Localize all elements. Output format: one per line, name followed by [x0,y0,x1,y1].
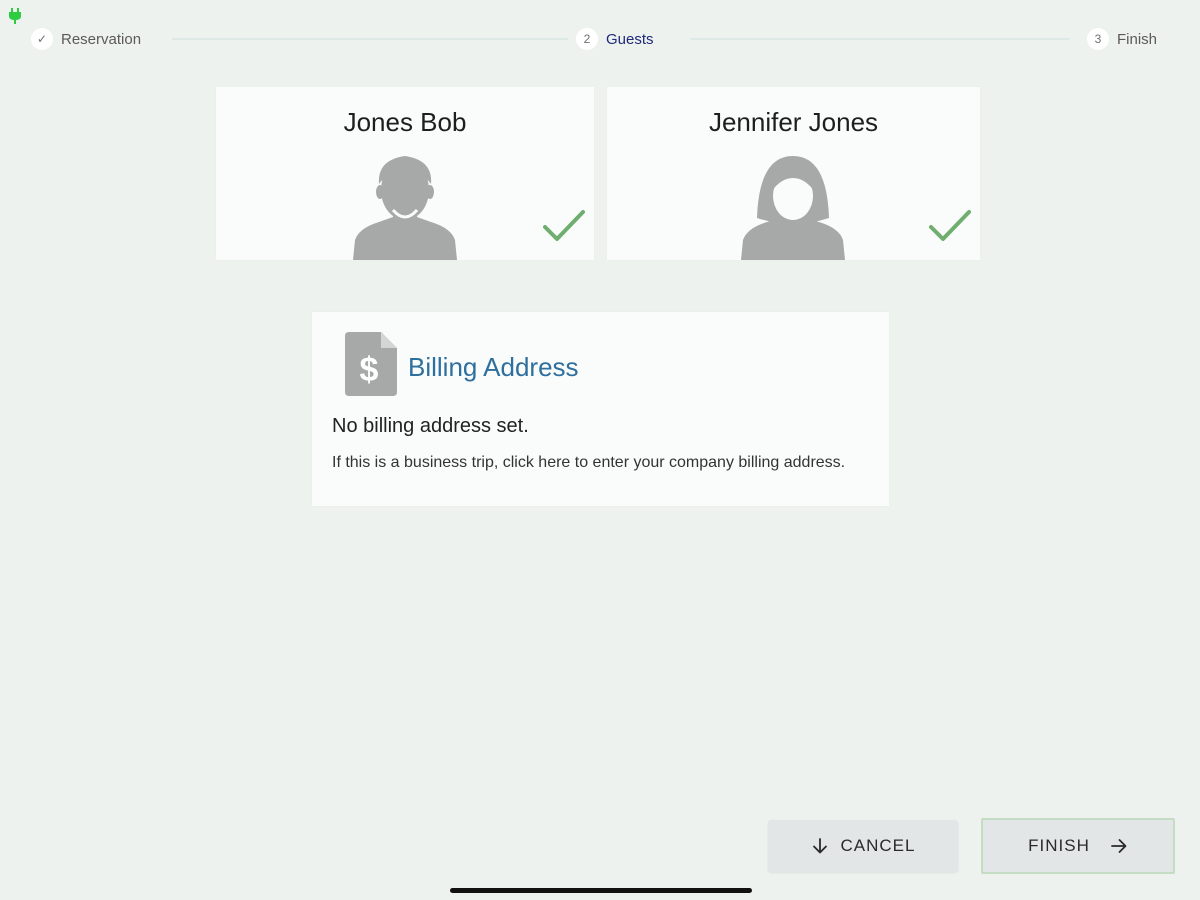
cancel-button[interactable]: CANCEL [768,820,958,872]
plug-icon [9,8,21,24]
step-number: 3 [1087,28,1109,50]
checkmark-icon [543,210,585,241]
arrow-down-icon [812,838,827,854]
billing-status: No billing address set. [332,415,529,437]
step-reservation[interactable]: ✓ Reservation [31,24,141,54]
guest-card[interactable]: Jones Bob [216,87,594,260]
step-label: Reservation [61,30,142,48]
billing-hint-link[interactable]: If this is a business trip, click here t… [332,451,852,474]
step-check-icon: ✓ [31,28,53,50]
guest-name: Jones Bob [343,107,467,137]
guest-card[interactable]: Jennifer Jones [607,87,980,260]
step-number: 2 [576,28,598,50]
cancel-label: CANCEL [840,836,916,855]
billing-address-card[interactable]: $ Billing Address No billing address set… [312,312,889,506]
billing-title: Billing Address [408,352,579,382]
step-guests[interactable]: 2 Guests [576,24,654,54]
male-avatar-icon [353,156,457,260]
finish-button[interactable]: FINISH [981,818,1175,874]
female-avatar-icon [741,156,845,260]
guest-name: Jennifer Jones [708,107,879,137]
step-label: Guests [606,30,654,48]
step-connector [690,38,1070,40]
step-connector [172,38,568,40]
finish-label: FINISH [1028,836,1090,855]
checkmark-icon [929,210,971,241]
step-label: Finish [1117,30,1158,48]
invoice-dollar-icon: $ [345,332,397,396]
svg-text:$: $ [360,351,379,389]
step-finish[interactable]: 3 Finish [1087,24,1157,54]
arrow-right-icon [1110,839,1127,853]
stepper: ✓ Reservation 2 Guests 3 Finish [0,24,1200,54]
home-indicator[interactable] [450,888,752,893]
